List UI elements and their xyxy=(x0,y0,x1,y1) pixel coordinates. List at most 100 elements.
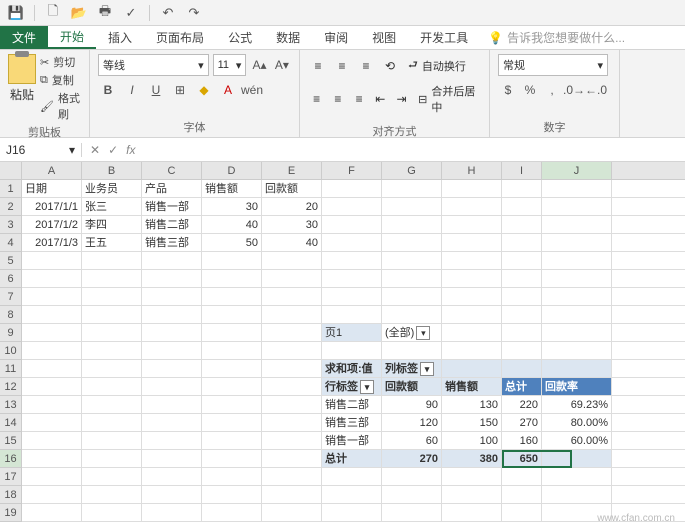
cell[interactable] xyxy=(322,342,382,359)
row-header[interactable]: 7 xyxy=(0,288,21,306)
cell[interactable] xyxy=(502,180,542,197)
row-header[interactable]: 1 xyxy=(0,180,21,198)
cell[interactable]: 150 xyxy=(442,414,502,431)
cell[interactable] xyxy=(382,306,442,323)
bold-button[interactable]: B xyxy=(98,80,118,100)
cell[interactable]: 销售额 xyxy=(202,180,262,197)
tab-review[interactable]: 审阅 xyxy=(312,26,360,49)
cell[interactable] xyxy=(142,396,202,413)
tab-data[interactable]: 数据 xyxy=(264,26,312,49)
row-header[interactable]: 13 xyxy=(0,396,21,414)
cell[interactable] xyxy=(322,216,382,233)
cell[interactable] xyxy=(382,234,442,251)
cell[interactable] xyxy=(262,486,322,503)
cell[interactable] xyxy=(442,306,502,323)
cell[interactable] xyxy=(542,486,612,503)
phonetic-button[interactable]: wén xyxy=(242,80,262,100)
filter-dropdown-icon[interactable]: ▾ xyxy=(416,326,430,340)
cell[interactable] xyxy=(202,378,262,395)
cell[interactable] xyxy=(142,414,202,431)
cell[interactable] xyxy=(442,234,502,251)
cell[interactable] xyxy=(22,360,82,377)
row-header[interactable]: 15 xyxy=(0,432,21,450)
cell[interactable]: 2017/1/1 xyxy=(22,198,82,215)
row-header[interactable]: 9 xyxy=(0,324,21,342)
cell[interactable] xyxy=(22,450,82,467)
cell[interactable] xyxy=(82,504,142,521)
cell[interactable] xyxy=(82,252,142,269)
cell[interactable] xyxy=(82,342,142,359)
cell[interactable]: 页1 xyxy=(322,324,382,341)
cell[interactable] xyxy=(542,450,612,467)
cell[interactable] xyxy=(82,486,142,503)
cell[interactable] xyxy=(502,288,542,305)
cell[interactable] xyxy=(542,180,612,197)
cell[interactable] xyxy=(502,198,542,215)
cell[interactable]: 销售三部 xyxy=(142,234,202,251)
cell[interactable] xyxy=(322,252,382,269)
cell[interactable]: 总计 xyxy=(502,378,542,395)
cell[interactable] xyxy=(502,324,542,341)
increase-decimal-button[interactable]: .0→ xyxy=(564,80,584,100)
cell[interactable]: 销售二部 xyxy=(322,396,382,413)
col-header[interactable]: E xyxy=(262,162,322,179)
col-header[interactable]: C xyxy=(142,162,202,179)
cell[interactable]: 总计 xyxy=(322,450,382,467)
cell[interactable] xyxy=(202,252,262,269)
indent-inc-button[interactable]: ⇥ xyxy=(393,90,410,108)
cell[interactable] xyxy=(322,306,382,323)
cell[interactable] xyxy=(442,252,502,269)
cell[interactable]: 列标签▾ xyxy=(382,360,442,377)
cell[interactable] xyxy=(22,324,82,341)
cell[interactable]: 销售一部 xyxy=(322,432,382,449)
cell[interactable] xyxy=(22,468,82,485)
cell[interactable] xyxy=(542,288,612,305)
cell[interactable] xyxy=(142,468,202,485)
cell[interactable]: 130 xyxy=(442,396,502,413)
fx-icon[interactable]: fx xyxy=(126,143,135,157)
cell[interactable] xyxy=(142,288,202,305)
cell[interactable]: 220 xyxy=(502,396,542,413)
cell[interactable] xyxy=(502,504,542,521)
cell[interactable]: 王五 xyxy=(82,234,142,251)
open-icon[interactable]: 📂 xyxy=(71,5,87,21)
tab-dev[interactable]: 开发工具 xyxy=(408,26,480,49)
row-header[interactable]: 4 xyxy=(0,234,21,252)
row-header[interactable]: 18 xyxy=(0,486,21,504)
fill-color-button[interactable]: ◆ xyxy=(194,80,214,100)
cell[interactable] xyxy=(322,468,382,485)
decrease-font-button[interactable]: A▾ xyxy=(273,55,291,75)
cell[interactable] xyxy=(202,342,262,359)
col-header[interactable]: F xyxy=(322,162,382,179)
cell[interactable] xyxy=(82,378,142,395)
font-color-button[interactable]: A xyxy=(218,80,238,100)
cell[interactable]: 60.00% xyxy=(542,432,612,449)
cell[interactable] xyxy=(382,180,442,197)
cell[interactable] xyxy=(202,396,262,413)
tab-insert[interactable]: 插入 xyxy=(96,26,144,49)
cell[interactable] xyxy=(382,198,442,215)
cell[interactable] xyxy=(202,468,262,485)
decrease-decimal-button[interactable]: ←.0 xyxy=(586,80,606,100)
cell[interactable] xyxy=(82,288,142,305)
tab-home[interactable]: 开始 xyxy=(48,26,96,49)
cell[interactable]: 求和项:值 xyxy=(322,360,382,377)
cell[interactable] xyxy=(202,270,262,287)
cell[interactable]: 2017/1/2 xyxy=(22,216,82,233)
col-header[interactable]: J xyxy=(542,162,612,179)
row-header[interactable]: 2 xyxy=(0,198,21,216)
cell[interactable] xyxy=(202,432,262,449)
cell[interactable] xyxy=(202,324,262,341)
increase-font-button[interactable]: A▴ xyxy=(250,55,268,75)
cell[interactable] xyxy=(142,252,202,269)
cell[interactable] xyxy=(202,306,262,323)
cell[interactable]: 张三 xyxy=(82,198,142,215)
row-header[interactable]: 12 xyxy=(0,378,21,396)
cell[interactable] xyxy=(382,486,442,503)
cell[interactable]: 90 xyxy=(382,396,442,413)
comma-button[interactable]: , xyxy=(542,80,562,100)
cell[interactable] xyxy=(22,396,82,413)
row-header[interactable]: 14 xyxy=(0,414,21,432)
cell[interactable] xyxy=(262,414,322,431)
filter-dropdown-icon[interactable]: ▾ xyxy=(420,362,434,376)
